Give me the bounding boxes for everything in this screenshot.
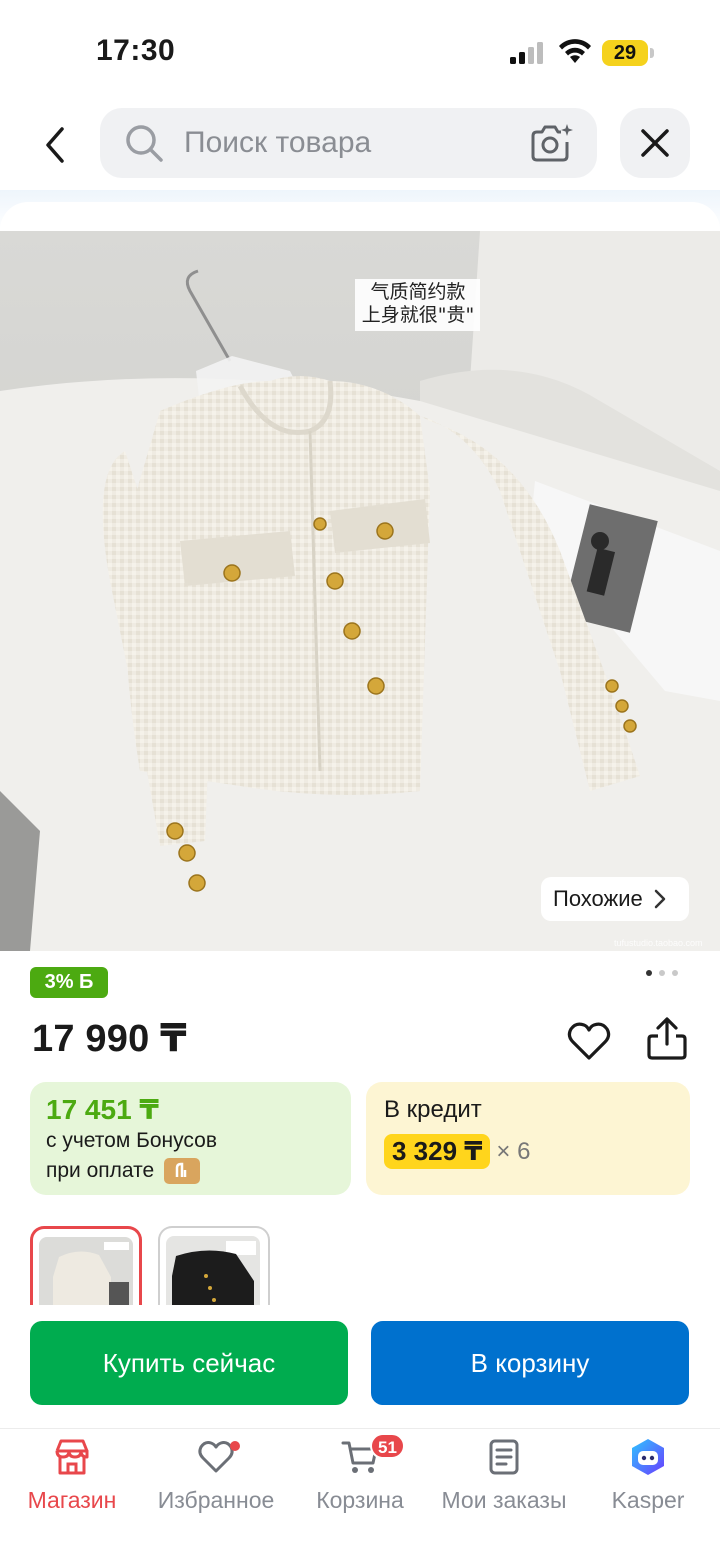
kasper-icon: [632, 1439, 664, 1475]
shop-icon: [55, 1439, 89, 1475]
similar-button[interactable]: Похожие: [541, 877, 689, 921]
image-pager: [646, 970, 686, 978]
credit-card[interactable]: В кредит 3 329 ₸ × 6: [366, 1082, 690, 1195]
bottom-tab-bar: Магазин Избранное 51 Корзина Мои заказы …: [0, 1428, 720, 1564]
tab-label: Корзина: [316, 1487, 404, 1513]
pager-dot: [646, 970, 652, 976]
close-icon: [641, 129, 669, 157]
close-button[interactable]: [620, 108, 690, 178]
tab-cart[interactable]: 51 Корзина: [288, 1433, 432, 1517]
favorites-notification-dot: [230, 1441, 240, 1451]
bonus-price: 17 451 ₸: [46, 1094, 159, 1125]
share-icon[interactable]: [644, 1016, 690, 1062]
tab-orders[interactable]: Мои заказы: [432, 1437, 576, 1517]
product-price: 17 990 ₸: [32, 1018, 187, 1060]
chevron-right-icon: [654, 889, 666, 909]
credit-title: В кредит: [384, 1096, 482, 1123]
bonus-badge: 3% Б: [30, 967, 108, 998]
variant-thumbnail-white[interactable]: [30, 1226, 142, 1308]
image-caption: 气质简约款 上身就很"贵": [361, 281, 475, 326]
tab-label: Избранное: [157, 1487, 275, 1513]
pager-dot: [659, 970, 665, 976]
back-button[interactable]: [30, 120, 80, 170]
camera-search-icon[interactable]: [528, 122, 574, 164]
tab-favorites[interactable]: Избранное: [144, 1437, 288, 1517]
signal-icon: [510, 42, 543, 64]
battery-icon: 29: [602, 40, 654, 66]
product-image[interactable]: 气质简约款 上身就很"贵": [0, 231, 720, 951]
orders-icon: [489, 1439, 519, 1475]
variant-thumbnail-black[interactable]: [158, 1226, 270, 1308]
product-page: 17:30 29 Поиск товара 气质简约款 上身就很"贵" Похо…: [0, 0, 720, 1564]
add-to-cart-button[interactable]: В корзину: [371, 1321, 689, 1405]
favorite-heart-icon[interactable]: [566, 1018, 612, 1064]
credit-amount: 3 329 ₸: [384, 1134, 491, 1169]
search-header: [0, 100, 720, 200]
cart-count-badge: 51: [370, 1433, 405, 1459]
action-bar: Купить сейчас В корзину: [0, 1305, 720, 1428]
status-bar: 17:30 29: [0, 0, 720, 100]
jacket-photo: [0, 231, 720, 951]
image-watermark: tufustudio.taobao.com: [614, 938, 703, 948]
tab-label: Мои заказы: [441, 1487, 567, 1513]
search-input[interactable]: [184, 108, 514, 178]
tab-label: Магазин: [27, 1487, 117, 1513]
pager-dot: [672, 970, 678, 976]
payment-method-icon: [164, 1158, 201, 1184]
bonus-line-1: с учетом Бонусов: [46, 1129, 217, 1152]
tab-label: Kasper: [611, 1487, 685, 1513]
tab-kasper[interactable]: Kasper: [576, 1437, 720, 1517]
bonus-price-card[interactable]: 17 451 ₸ с учетом Бонусов при оплате: [30, 1082, 351, 1195]
search-icon: [126, 125, 163, 162]
tab-shop[interactable]: Магазин: [0, 1437, 144, 1517]
credit-multiplier: × 6: [496, 1137, 531, 1165]
bonus-line-2: при оплате: [46, 1159, 155, 1182]
chevron-left-icon: [46, 127, 64, 163]
search-box[interactable]: [100, 108, 597, 178]
similar-label: Похожие: [553, 886, 643, 911]
wifi-icon: [559, 39, 591, 63]
status-time: 17:30: [96, 34, 176, 67]
buy-now-button[interactable]: Купить сейчас: [30, 1321, 348, 1405]
battery-level: 29: [613, 42, 637, 64]
